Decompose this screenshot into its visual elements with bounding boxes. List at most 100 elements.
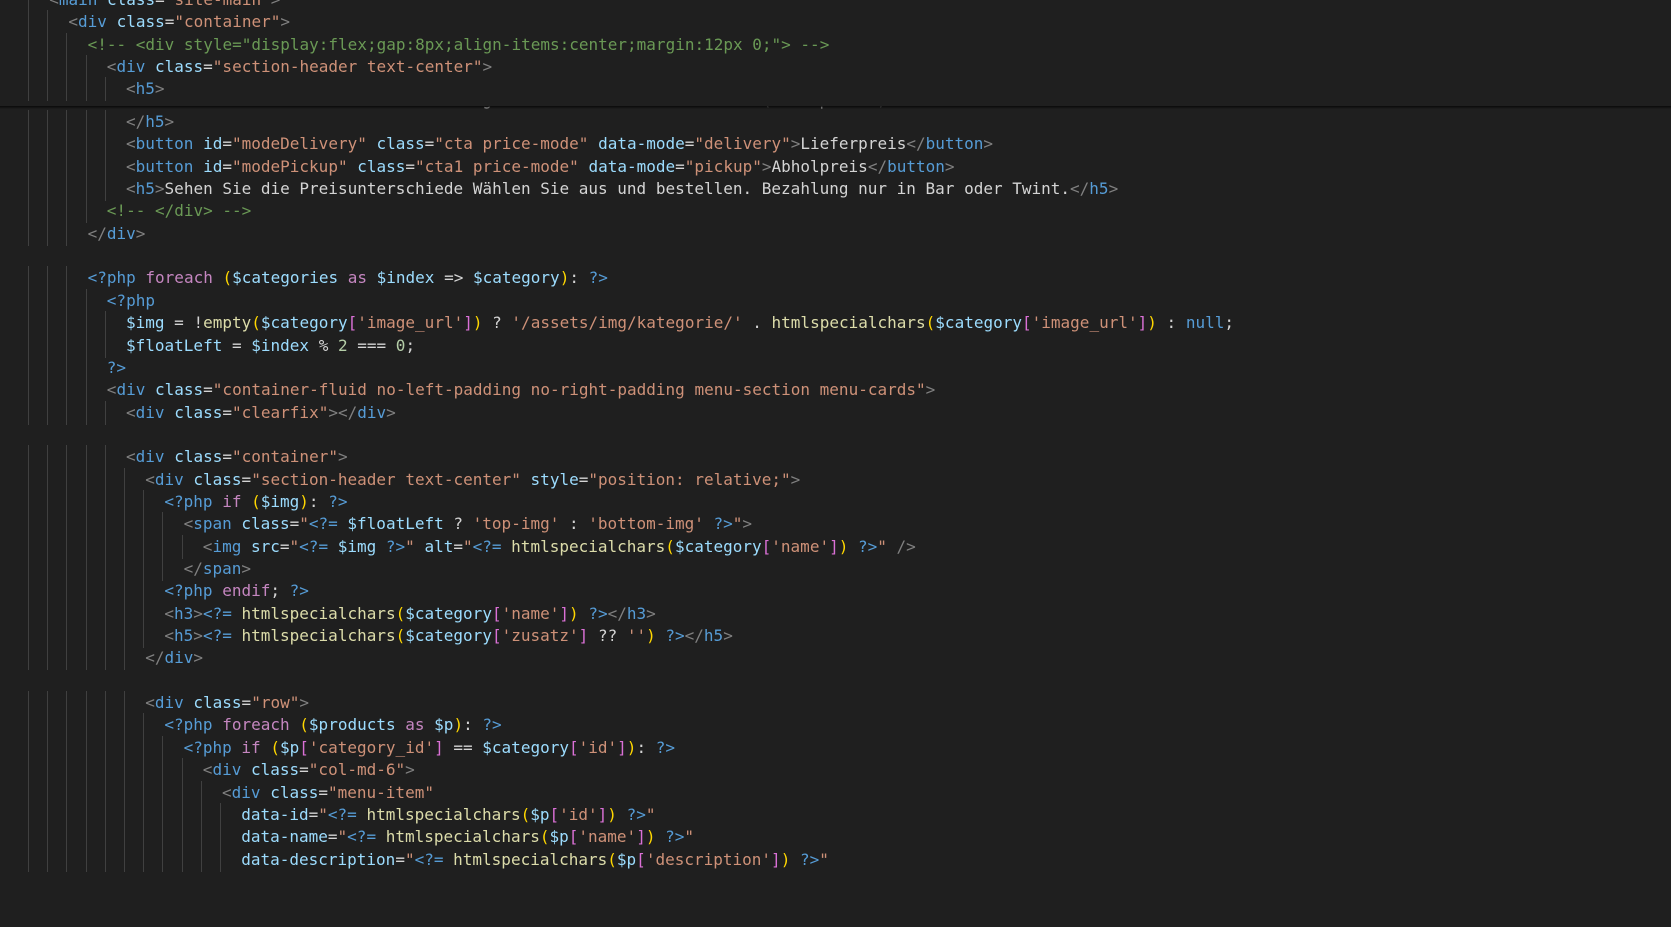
- code-editor[interactable]: <main class="site-main"><div class="cont…: [0, 0, 1671, 927]
- code-token: <: [145, 693, 155, 713]
- indent-guide: [47, 132, 49, 157]
- editor.sticky_lines-line[interactable]: <div class="section-header text-center">: [0, 55, 1671, 79]
- editor.lines-line[interactable]: <?php: [0, 288, 1671, 313]
- editor.lines-line[interactable]: </div>: [0, 646, 1671, 671]
- editor.lines-line[interactable]: <?php if ($img): ?>: [0, 489, 1671, 514]
- editor.lines-line[interactable]: <?php foreach ($categories as $index => …: [0, 266, 1671, 291]
- code-token: <: [126, 447, 136, 467]
- editor.lines-line[interactable]: <div class="col-md-6">: [0, 758, 1671, 783]
- editor.lines-line[interactable]: </h5>: [0, 110, 1671, 134]
- code-token: class: [174, 402, 223, 422]
- code-text: </div>: [88, 222, 146, 246]
- indent-guide: [66, 355, 68, 380]
- code-token: <?php: [106, 290, 155, 310]
- editor.lines-line[interactable]: <div class="section-header text-center" …: [0, 467, 1671, 492]
- editor.lines-line[interactable]: data-description="<?= htmlspecialchars($…: [0, 847, 1671, 872]
- code-token: <?=: [327, 804, 357, 824]
- editor.lines-line[interactable]: </span>: [0, 557, 1671, 581]
- code-token: "container": [174, 12, 281, 31]
- editor.lines-line[interactable]: </div>: [0, 221, 1671, 246]
- indent-guide: [47, 467, 49, 492]
- indent-guide: [162, 512, 164, 537]
- editor.lines-line[interactable]: <h3><?= htmlspecialchars($category['name…: [0, 601, 1671, 626]
- code-token: ": [405, 536, 415, 556]
- code-text: <?php if ($img): ?>: [164, 490, 347, 514]
- code-token: =: [222, 402, 232, 422]
- code-token: 'zusatz': [501, 626, 579, 646]
- code-text: <h5><?= htmlspecialchars($category['zusa…: [164, 624, 732, 648]
- code-token: htmlspecialchars: [385, 827, 540, 847]
- code-token: <?=: [347, 827, 377, 847]
- indent-guide: [104, 847, 106, 872]
- code-token: ?>: [588, 603, 608, 623]
- indent-guide: [28, 288, 29, 313]
- code-token: <?php: [164, 491, 213, 511]
- editor.lines-line[interactable]: ?>: [0, 355, 1671, 380]
- code-token: ?>: [858, 536, 878, 556]
- code-token: %: [318, 335, 329, 355]
- editor.lines-line[interactable]: [0, 423, 1671, 447]
- indent-guide: [47, 154, 49, 179]
- editor.lines-line[interactable]: [0, 244, 1671, 268]
- editor.lines-line[interactable]: <div class="clearfix"></div>: [0, 400, 1671, 425]
- code-text: data-name="<?= htmlspecialchars($p['name…: [241, 825, 694, 849]
- editor.lines-line[interactable]: <!-- </div> -->: [0, 199, 1671, 224]
- code-token: >: [944, 156, 955, 176]
- indent-guide: [143, 825, 145, 850]
- code-token: $floatLeft: [347, 514, 444, 534]
- code-token: :: [308, 491, 319, 511]
- indent-guide: [28, 601, 29, 626]
- code-token: </: [183, 559, 203, 578]
- editor.lines-line[interactable]: $img = !empty($category['image_url']) ? …: [0, 311, 1671, 336]
- editor.lines-line[interactable]: <button id="modeDelivery" class="cta pri…: [0, 132, 1671, 157]
- editor.lines-line[interactable]: $floatLeft = $index % 2 === 0;: [0, 333, 1671, 358]
- editor.lines-line[interactable]: <?php if ($p['category_id'] == $category…: [0, 735, 1671, 760]
- code-token: <?=: [414, 849, 444, 869]
- code-token: data-description: [241, 849, 396, 869]
- indent-guide: [47, 534, 49, 559]
- editor.sticky_lines-line[interactable]: <!-- <div style="display:flex;gap:8px;al…: [0, 33, 1671, 57]
- code-token: $category: [674, 536, 762, 556]
- code-token: ]: [1137, 313, 1148, 333]
- editor.lines-line[interactable]: <div class="row">: [0, 691, 1671, 716]
- editor.lines-line[interactable]: <h5><?= htmlspecialchars($category['zusa…: [0, 624, 1671, 649]
- indent-guide: [85, 735, 87, 760]
- editor.lines-line[interactable]: <img src="<?= $img ?>" alt="<?= htmlspec…: [0, 534, 1671, 559]
- code-token: (: [395, 626, 406, 646]
- editor.lines-line[interactable]: <div class="container-fluid no-left-padd…: [0, 378, 1671, 403]
- editor.lines-line[interactable]: <button id="modePickup" class="cta1 pric…: [0, 154, 1671, 179]
- code-token: $category: [482, 737, 569, 757]
- editor.lines-line[interactable]: [0, 669, 1671, 693]
- code-token: (: [665, 536, 675, 556]
- editor.lines-line[interactable]: <div class="container">: [0, 445, 1671, 470]
- code-token: =: [578, 469, 589, 489]
- editor.lines-line[interactable]: <h5>Sehen Sie die Preisunterschiede Wähl…: [0, 177, 1671, 202]
- code-token: src: [250, 536, 280, 556]
- editor.lines-line[interactable]: <?php endif; ?>: [0, 579, 1671, 604]
- editor.lines-line[interactable]: <span class="<?= $floatLeft ? 'top-img' …: [0, 512, 1671, 537]
- editor.lines-line[interactable]: <div class="menu-item": [0, 780, 1671, 805]
- editor.lines-line[interactable]: <?php foreach ($products as $p): ?>: [0, 713, 1671, 738]
- code-token: ;: [270, 581, 281, 601]
- code-token: =: [327, 827, 338, 847]
- editor.lines-line[interactable]: data-name="<?= htmlspecialchars($p['name…: [0, 825, 1671, 850]
- sticky-scroll-header[interactable]: <main class="site-main"><div class="cont…: [0, 0, 1671, 106]
- indent-guide: [200, 780, 202, 805]
- indent-guide: [28, 199, 29, 224]
- editor.sticky_lines-line[interactable]: <div class="container">: [0, 10, 1671, 34]
- editor.sticky_lines-line[interactable]: <h5>: [0, 77, 1671, 101]
- editor.lines-line[interactable]: data-id="<?= htmlspecialchars($p['id']) …: [0, 802, 1671, 827]
- code-token: =: [279, 536, 290, 556]
- indent-guide: [162, 735, 164, 760]
- code-token: span: [193, 514, 232, 534]
- code-token: button: [135, 156, 194, 176]
- code-token: =: [318, 782, 328, 802]
- indent-guide: [28, 780, 29, 805]
- code-token: [: [347, 313, 358, 333]
